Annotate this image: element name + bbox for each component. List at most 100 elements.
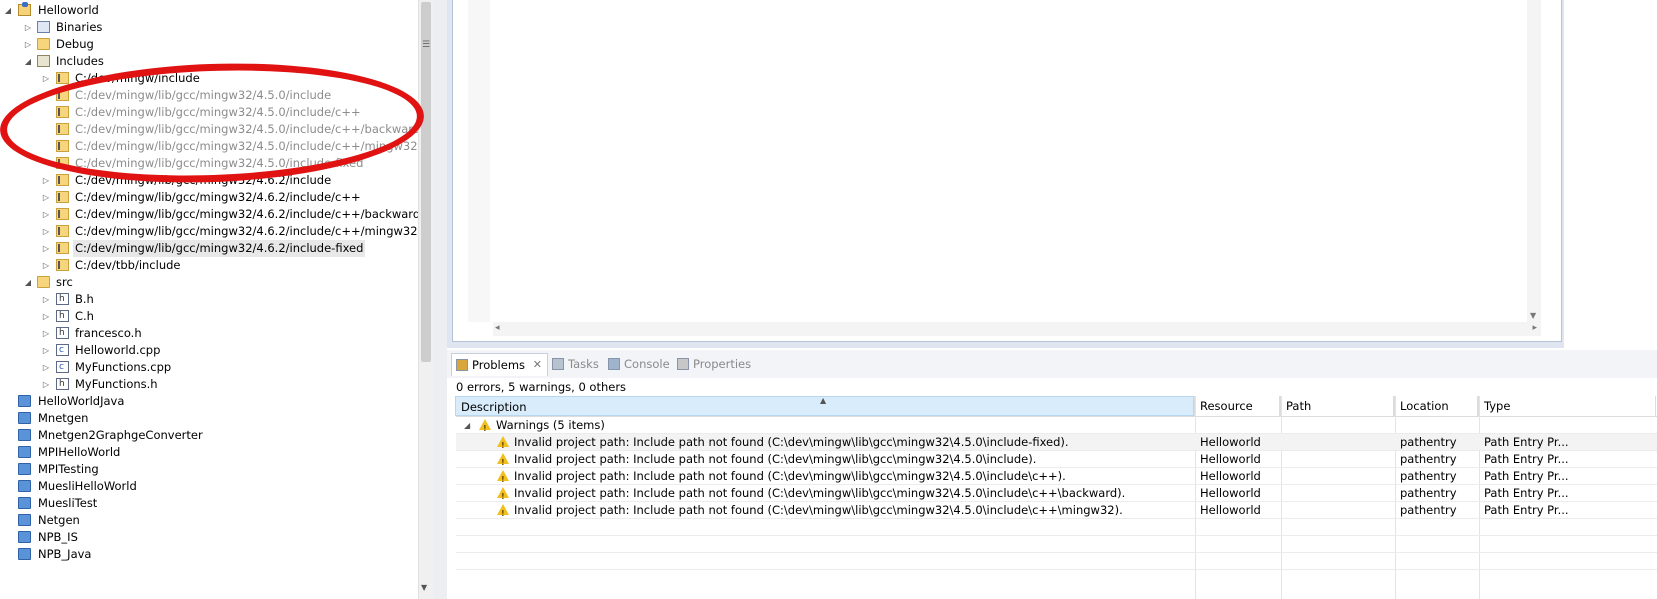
empty-row [456,536,1657,553]
editor-area[interactable]: ▼ ◂ ▸ [452,0,1562,342]
collapse-arrow-icon[interactable]: ▷ [41,172,51,189]
expand-arrow-icon[interactable]: ◢ [3,2,13,19]
tree-item-label: Includes [56,54,104,68]
collapse-arrow-icon[interactable]: ▷ [41,359,51,376]
expand-arrow-icon[interactable]: ◢ [23,274,33,291]
collapse-arrow-icon[interactable]: ▷ [41,206,51,223]
cell-resource: Helloworld [1200,469,1261,483]
console-icon [608,358,620,370]
problems-icon [456,359,468,371]
include-folder-icon [56,259,69,271]
close-icon[interactable]: ✕ [533,354,542,376]
tab-problems[interactable]: Problems ✕ [451,353,549,376]
tab-label: Tasks [568,357,599,371]
warning-icon [497,453,509,471]
collapse-arrow-icon[interactable]: ▷ [41,189,51,206]
tree-item-label: C:/dev/tbb/include [75,258,181,272]
column-header-label: Description [461,400,527,414]
cell-path [1286,468,1392,484]
closed-project-icon [18,531,31,543]
editor-gutter [468,0,490,322]
include-folder-icon [56,106,69,118]
tree-item-label: C:/dev/mingw/lib/gcc/mingw32/4.5.0/inclu… [75,122,421,136]
cell-type: Path Entry Pr... [1484,503,1569,517]
tree-item-label: Mnetgen [38,411,89,425]
tab-properties[interactable]: Properties [673,353,751,375]
cell-description: Invalid project path: Include path not f… [514,452,1037,466]
table-row[interactable]: Invalid project path: Include path not f… [456,468,1657,488]
column-header-label: Type [1484,399,1511,413]
view-sash[interactable] [433,0,447,599]
closed-project-icon [18,412,31,424]
tree-scrollbar-thumb[interactable] [421,2,431,362]
expand-arrow-icon[interactable]: ◢ [464,417,470,434]
collapse-arrow-icon[interactable]: ▷ [41,257,51,274]
column-header-description[interactable]: Description ▲ [455,396,1194,416]
tree-item-label: C:/dev/mingw/lib/gcc/mingw32/4.6.2/inclu… [75,190,361,204]
tab-label: Properties [693,357,752,371]
tree-item-label: Helloworld.cpp [75,343,161,357]
tab-label: Console [624,357,670,371]
collapse-arrow-icon[interactable]: ▷ [41,325,51,342]
cell-type: Path Entry Pr... [1484,469,1569,483]
collapse-arrow-icon[interactable]: ▷ [41,342,51,359]
closed-project-icon [18,548,31,560]
tree-item-label: src [56,275,73,289]
tree-scrollbar[interactable]: ☰ ▼ [418,0,433,599]
table-row[interactable]: Invalid project path: Include path not f… [456,434,1657,454]
collapse-arrow-icon[interactable]: ▷ [41,308,51,325]
collapse-arrow-icon[interactable]: ▷ [23,19,33,36]
collapse-arrow-icon[interactable]: ▷ [23,36,33,53]
problems-table: Description ▲ Resource Path Location Type ◢ Wa… [455,396,1657,599]
cell-location: pathentry [1400,503,1457,517]
scroll-left-icon[interactable]: ◂ [495,323,500,333]
editor-vertical-scrollbar[interactable]: ▼ [1527,0,1541,322]
collapse-arrow-icon[interactable]: ▷ [41,70,51,87]
include-folder-icon [56,174,69,186]
scroll-right-icon[interactable]: ▸ [1532,323,1537,333]
cell-path [1286,451,1392,467]
cell-type: Path Entry Pr... [1484,435,1569,449]
collapse-arrow-icon[interactable]: ▷ [41,240,51,257]
expand-arrow-icon[interactable]: ◢ [23,53,33,70]
column-header-label: Path [1286,399,1312,413]
table-row[interactable]: Invalid project path: Include path not f… [456,485,1657,505]
cell-type: Path Entry Pr... [1484,452,1569,466]
view-tab-bar: Problems ✕ Tasks Console Properties [447,350,1657,378]
tree-item-label: Netgen [38,513,80,527]
column-header-type[interactable]: Type [1478,396,1656,416]
cell-path [1286,434,1392,450]
column-header-location[interactable]: Location [1394,396,1478,416]
column-header-resource[interactable]: Resource [1194,396,1280,416]
tree-item-label: HelloWorldJava [38,394,125,408]
cell-description: Invalid project path: Include path not f… [514,486,1126,500]
tree-item-label: francesco.h [75,326,142,340]
collapse-arrow-icon[interactable]: ▷ [41,223,51,240]
tree-item-label: B.h [75,292,94,306]
cell-location: pathentry [1400,486,1457,500]
editor-horizontal-scrollbar[interactable]: ◂ ▸ [493,322,1541,336]
tree-item-label: MuesliHelloWorld [38,479,137,493]
closed-project-icon [18,446,31,458]
tab-tasks[interactable]: Tasks [548,353,599,375]
table-row[interactable]: Invalid project path: Include path not f… [456,451,1657,471]
scroll-down-icon[interactable]: ▼ [421,583,427,592]
tree-item-label: Mnetgen2GraphgeConverter [38,428,203,442]
collapse-arrow-icon[interactable]: ▷ [41,291,51,308]
warning-icon [497,487,509,505]
include-folder-icon [56,242,69,254]
table-row[interactable]: Invalid project path: Include path not f… [456,502,1657,522]
cpp-file-icon [56,342,69,359]
scroll-down-icon[interactable]: ▼ [1530,311,1536,320]
column-header-path[interactable]: Path [1280,396,1394,416]
tab-console[interactable]: Console [604,353,670,375]
tree-item-label: C:/dev/mingw/lib/gcc/mingw32/4.6.2/inclu… [75,207,421,221]
cell-location: pathentry [1400,469,1457,483]
include-folder-icon [56,157,69,169]
cell-resource: Helloworld [1200,503,1261,517]
source-folder-icon [37,276,50,288]
problems-view: Problems ✕ Tasks Console Properties 0 errors… [447,350,1657,599]
warnings-group-row[interactable]: ◢ Warnings (5 items) [456,417,1657,437]
collapse-arrow-icon[interactable]: ▷ [41,376,51,393]
include-folder-icon [56,225,69,237]
